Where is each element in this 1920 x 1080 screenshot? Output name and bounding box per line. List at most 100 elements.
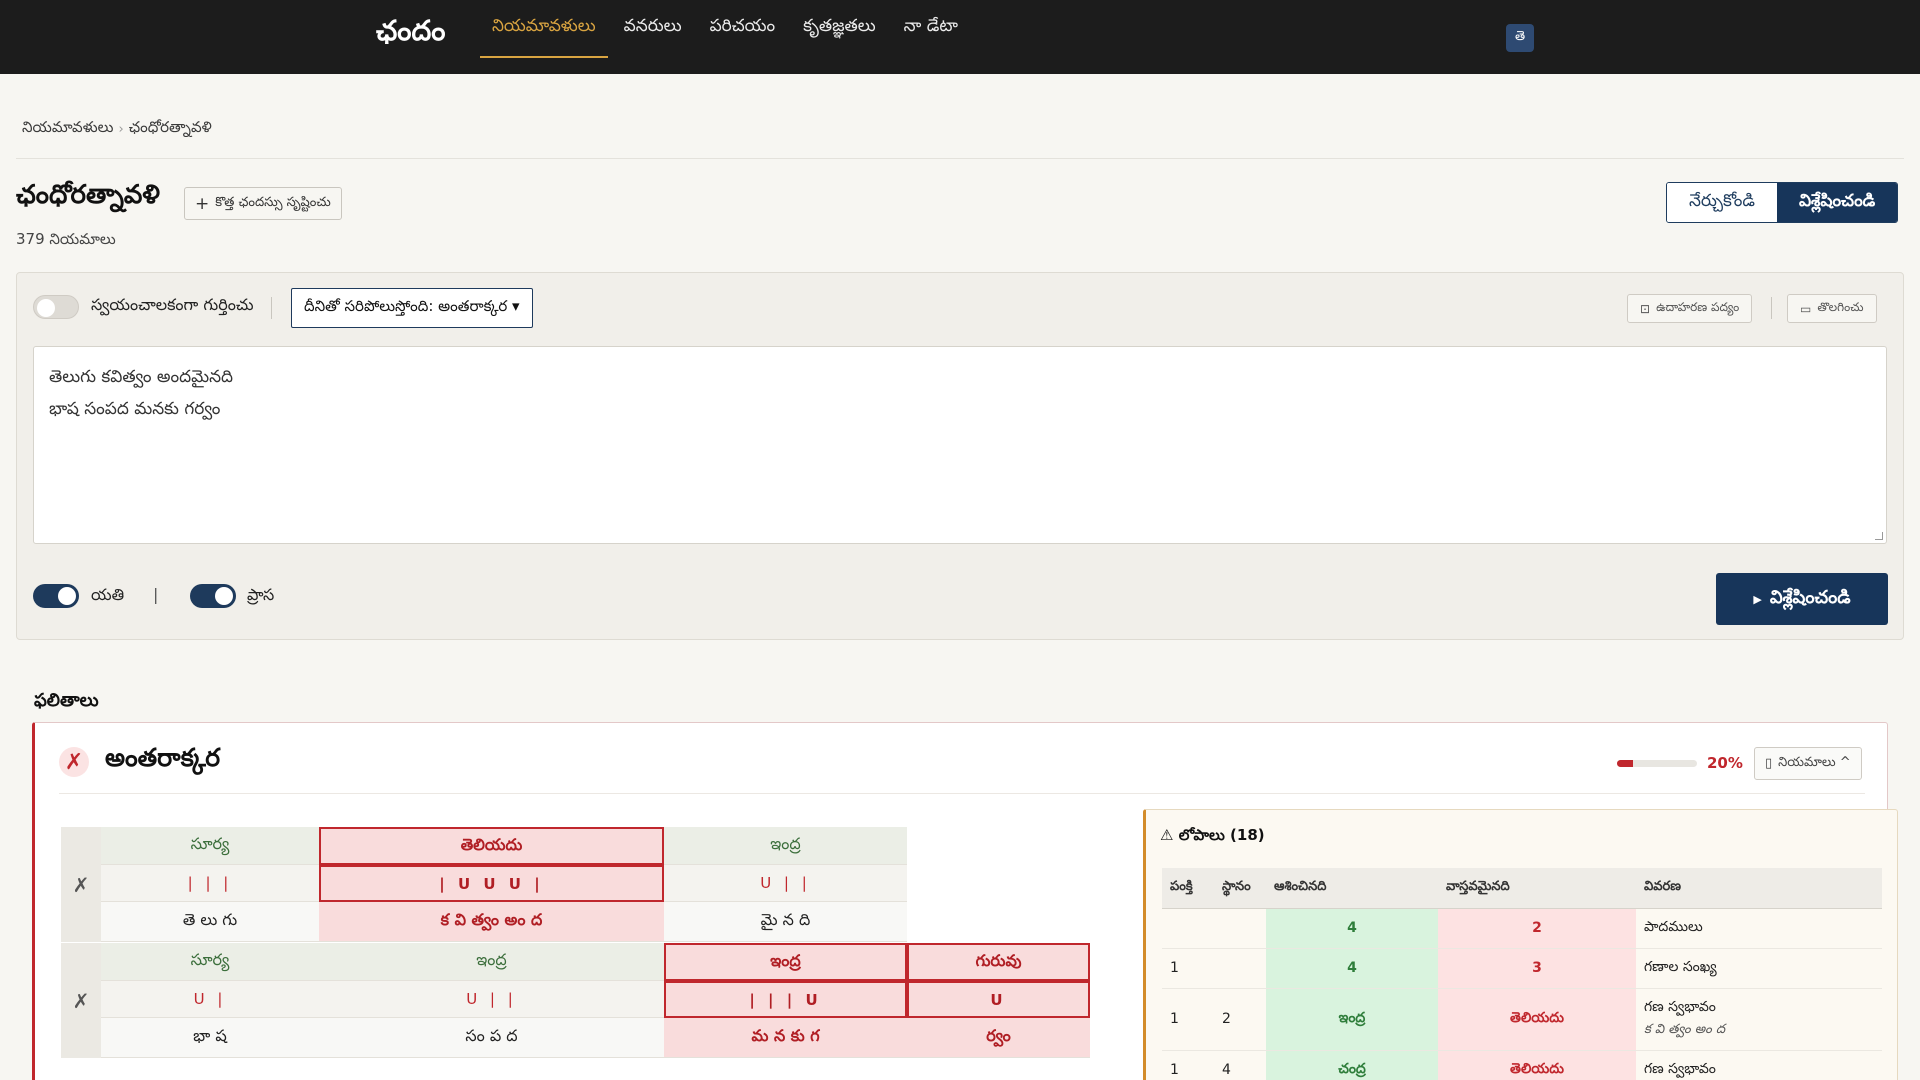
gana-pattern-cell: | | | bbox=[101, 865, 319, 902]
meter-select[interactable]: దీనితో సరిపోలుస్తోంది: అంతరాక్కర ▾ bbox=[291, 288, 533, 328]
gana-syllables-cell: భా ష bbox=[101, 1018, 319, 1058]
cross-icon: ✗ bbox=[59, 747, 89, 777]
gana-pattern-cell: | | | U bbox=[664, 981, 907, 1018]
error-actual: 3 bbox=[1438, 948, 1636, 989]
error-actual: 2 bbox=[1438, 908, 1636, 949]
gana-pattern-cell: U | | bbox=[319, 981, 664, 1018]
divider bbox=[271, 297, 272, 319]
yati-label: యతి bbox=[91, 585, 125, 604]
col-description: వివరణ bbox=[1636, 868, 1882, 909]
error-line: 1 bbox=[1162, 1050, 1214, 1080]
warning-icon: ⚠ bbox=[1160, 826, 1174, 844]
nav-item-my-data[interactable]: నా డేటా bbox=[892, 0, 970, 58]
auto-detect-toggle[interactable] bbox=[33, 295, 79, 319]
gana-pattern-cell: U bbox=[907, 981, 1090, 1018]
new-meter-label: కొత్త ఛందస్సు సృష్టించు bbox=[215, 194, 331, 210]
gana-pattern-cell: | U U U | bbox=[319, 865, 664, 902]
error-expected: 4 bbox=[1266, 908, 1438, 949]
main-nav: నియమావళులు వనరులు పరిచయం కృతజ్ఞతలు నా డే… bbox=[480, 0, 974, 74]
gana-syllables-cell: సం ప ద bbox=[319, 1018, 664, 1058]
nav-item-resources[interactable]: వనరులు bbox=[612, 0, 694, 58]
gana-name-cell: ఇంద్ర bbox=[319, 943, 664, 981]
poem-line: తెలుగు కవిత్వం అందమైనది bbox=[49, 367, 234, 387]
error-description-text: గణ స్వభావం bbox=[1644, 1060, 1716, 1077]
line-status-icon: ✗ bbox=[61, 827, 101, 942]
brand-logo[interactable]: ఛందం bbox=[376, 14, 445, 54]
error-line bbox=[1162, 908, 1214, 949]
analyze-button[interactable]: ▶ విశ్లేషించండి bbox=[1716, 573, 1888, 625]
error-position bbox=[1214, 948, 1266, 989]
error-expected: చంద్ర bbox=[1266, 1050, 1438, 1080]
result-card: ✗ అంతరాక్కర 20% ▯ నియమాలు ^ ✗ సూర్య | | | త… bbox=[32, 722, 1898, 1080]
error-description: గణ స్వభావం క వి త్వం అం ద bbox=[1636, 988, 1882, 1051]
new-meter-button[interactable]: + కొత్త ఛందస్సు సృష్టించు bbox=[184, 187, 342, 220]
example-poem-button[interactable]: ⊡ ఉదాహరణ పద్యం bbox=[1627, 294, 1753, 323]
auto-detect-label: స్వయంచాలకంగా గుర్తించు bbox=[91, 295, 254, 314]
example-poem-label: ఉదాహరణ పద్యం bbox=[1656, 300, 1740, 314]
gana-syllables-cell: మ న కు గ bbox=[664, 1018, 907, 1058]
clear-label: తొలగించు bbox=[1817, 300, 1864, 314]
col-expected: ఆశించినది bbox=[1266, 868, 1438, 909]
error-row: 1 2 ఇంద్ర తెలియదు గణ స్వభావం క వి త్వం అం ద bbox=[1162, 988, 1882, 1051]
error-description: పాదములు bbox=[1636, 908, 1882, 949]
error-expected: ఇంద్ర bbox=[1266, 988, 1438, 1051]
poem-textarea[interactable]: తెలుగు కవిత్వం అందమైనది భాష సంపద మనకు గర… bbox=[33, 346, 1887, 544]
error-position: 2 bbox=[1214, 988, 1266, 1051]
match-progress-bar bbox=[1617, 760, 1697, 767]
gana-name-cell: సూర్య bbox=[101, 827, 319, 865]
mode-learn-button[interactable]: నేర్చుకోండి bbox=[1667, 183, 1777, 222]
error-row: 4 2 పాదములు bbox=[1162, 908, 1882, 949]
breadcrumb-current: ఛంధోరత్నావళి bbox=[128, 118, 212, 136]
line-status-icon: ✗ bbox=[61, 943, 101, 1058]
gana-syllables-cell: మై న ది bbox=[664, 902, 907, 942]
error-row: 1 4 3 గణాల సంఖ్య bbox=[1162, 948, 1882, 989]
match-percent: 20% bbox=[1707, 754, 1743, 772]
prasa-label: ప్రాస bbox=[247, 585, 275, 604]
breadcrumb: నియమావళులు › ఛంధోరత్నావళి bbox=[22, 118, 212, 140]
gana-name-cell: ఇంద్ర bbox=[664, 827, 907, 865]
gana-name-cell: సూర్య bbox=[101, 943, 319, 981]
nav-item-credits[interactable]: కృతజ్ఞతలు bbox=[791, 0, 888, 58]
book-icon: ▯ bbox=[1765, 756, 1773, 771]
play-icon: ▶ bbox=[1753, 592, 1762, 606]
error-position: 4 bbox=[1214, 1050, 1266, 1080]
top-navbar: ఛందం నియమావళులు వనరులు పరిచయం కృతజ్ఞతలు … bbox=[0, 0, 1920, 74]
error-detail: క వి త్వం అం ద bbox=[1644, 1021, 1726, 1037]
gana-pattern-cell: U | | bbox=[664, 865, 907, 902]
resize-handle[interactable] bbox=[1875, 532, 1883, 540]
mode-analyze-button[interactable]: విశ్లేషించండి bbox=[1776, 183, 1898, 222]
gana-syllables-cell: క వి త్వం అం ద bbox=[319, 902, 664, 942]
nav-item-rulebooks[interactable]: నియమావళులు bbox=[480, 0, 608, 58]
nav-item-about[interactable]: పరిచయం bbox=[698, 0, 788, 58]
gana-syllables-cell: తె లు గు bbox=[101, 902, 319, 942]
breadcrumb-separator: › bbox=[118, 121, 124, 137]
gana-name-cell: తెలియదు bbox=[319, 827, 664, 865]
language-button[interactable]: తె bbox=[1506, 24, 1534, 52]
error-description-text: గణాల సంఖ్య bbox=[1644, 958, 1717, 975]
error-description-text: పాదములు bbox=[1644, 918, 1703, 935]
error-expected: 4 bbox=[1266, 948, 1438, 989]
errors-title-text: లోపాలు (18) bbox=[1178, 826, 1265, 844]
match-progress-fill bbox=[1617, 760, 1633, 767]
gana-name-cell: ఇంద్ర bbox=[664, 943, 907, 981]
breadcrumb-link-rulebooks[interactable]: నియమావళులు bbox=[22, 118, 113, 140]
poem-line: భాష సంపద మనకు గర్వం bbox=[49, 399, 221, 419]
gana-syllables-cell: ర్వం bbox=[907, 1018, 1090, 1058]
yati-toggle[interactable] bbox=[33, 584, 79, 608]
clear-button[interactable]: ▭ తొలగించు bbox=[1787, 294, 1877, 323]
prasa-toggle[interactable] bbox=[190, 584, 236, 608]
divider bbox=[16, 158, 1904, 159]
rules-toggle-button[interactable]: ▯ నియమాలు ^ bbox=[1754, 747, 1862, 780]
errors-panel: ⚠ లోపాలు (18) పంక్తి స్థానం ఆశించినది వా… bbox=[1143, 809, 1898, 1080]
col-position: స్థానం bbox=[1214, 868, 1266, 909]
results-heading: ఫలితాలు bbox=[34, 690, 99, 711]
error-description: గణ స్వభావం bbox=[1636, 1050, 1882, 1080]
col-actual: వాస్తవమైనది bbox=[1438, 868, 1636, 909]
trash-icon: ▭ bbox=[1800, 301, 1812, 316]
error-position bbox=[1214, 908, 1266, 949]
error-actual: తెలియదు bbox=[1438, 988, 1636, 1051]
error-line: 1 bbox=[1162, 988, 1214, 1051]
analyzer-panel: స్వయంచాలకంగా గుర్తించు దీనితో సరిపోలుస్త… bbox=[16, 272, 1904, 640]
gana-pattern-cell: U | bbox=[101, 981, 319, 1018]
error-description: గణాల సంఖ్య bbox=[1636, 948, 1882, 989]
